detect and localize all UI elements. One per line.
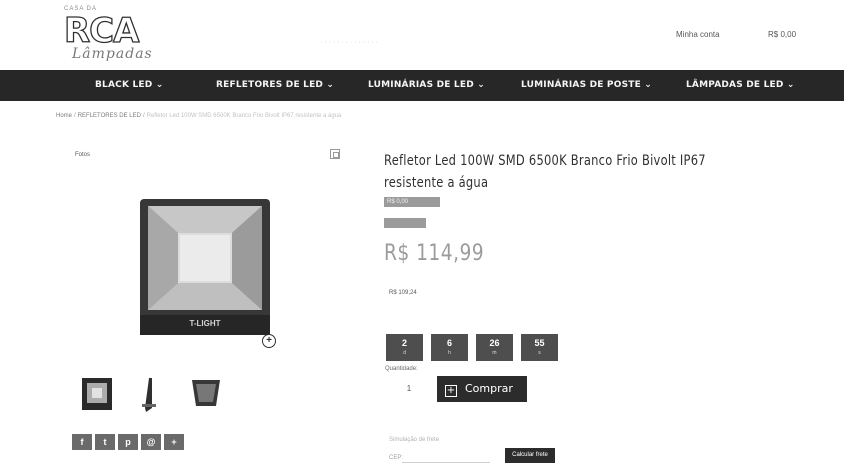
photo-brand-label: T-LIGHT xyxy=(189,319,220,328)
status-badge: R$ 0,00 xyxy=(384,197,440,207)
facebook-icon[interactable]: f xyxy=(72,434,92,450)
product-main-photo[interactable]: T-LIGHT xyxy=(140,199,270,335)
main-nav: BLACK LED ⌄ REFLETORES DE LED ⌄ LUMINÁRI… xyxy=(0,70,844,101)
countdown-minutes: 26 m xyxy=(476,334,513,361)
nav-item-refletores[interactable]: REFLETORES DE LED ⌄ xyxy=(216,70,334,101)
cep-input[interactable] xyxy=(402,451,490,463)
promo-countdown: 2d 6h 26 m 55 s xyxy=(386,334,558,361)
product-price: R$ 114,99 xyxy=(384,241,485,266)
account-link[interactable]: Minha conta xyxy=(676,30,720,39)
email-icon[interactable]: @ xyxy=(141,434,161,450)
store-logo[interactable]: CASA DA RCA Lâmpadas xyxy=(58,6,188,62)
nav-item-luminarias-led[interactable]: LUMINÁRIAS DE LED ⌄ xyxy=(368,70,485,101)
product-thumbnail-2[interactable] xyxy=(140,378,158,412)
pinterest-icon[interactable]: p xyxy=(118,434,138,450)
breadcrumb-current: Refletor Led 100W SMD 6500K Branco Frio … xyxy=(146,113,342,119)
quantity-label: Quantidade: xyxy=(385,366,418,372)
countdown-days: 2d xyxy=(386,334,423,361)
countdown-hours: 6h xyxy=(431,334,468,361)
product-thumbnail-1[interactable] xyxy=(82,378,112,410)
nav-item-luminarias-poste[interactable]: LUMINÁRIAS DE POSTE ⌄ xyxy=(521,70,652,101)
photos-label: Fotos xyxy=(75,152,91,158)
logo-mark: RCA xyxy=(63,11,140,51)
quantity-input[interactable] xyxy=(394,378,424,400)
cart-total[interactable]: R$ 0,00 xyxy=(768,30,796,39)
zoom-in-icon[interactable]: + xyxy=(262,334,276,348)
twitter-icon[interactable]: t xyxy=(95,434,115,450)
nav-item-lampadas-led[interactable]: LÂMPADAS DE LED ⌄ xyxy=(686,70,795,101)
expand-icon[interactable] xyxy=(330,149,340,159)
breadcrumb: Home / REFLETORES DE LED / Refletor Led 100W… xyxy=(56,113,342,119)
product-thumbnail-3[interactable] xyxy=(190,378,222,410)
cep-label: CEP: xyxy=(389,455,404,461)
buy-button-label: Comprar xyxy=(465,382,513,395)
share-buttons: f t p @ + xyxy=(72,434,184,450)
product-title: Refletor Led 100W SMD 6500K Branco Frio … xyxy=(384,153,706,191)
plus-icon: + xyxy=(445,385,457,397)
cash-price-line: R$ 109,24 xyxy=(389,290,417,296)
calculate-shipping-button[interactable]: Calcular frete xyxy=(505,448,555,463)
breadcrumb-category[interactable]: REFLETORES DE LED xyxy=(78,113,141,119)
logo-subtitle: Lâmpadas xyxy=(72,46,153,62)
nav-item-black-led[interactable]: BLACK LED ⌄ xyxy=(95,70,164,101)
buy-button[interactable]: + Comprar xyxy=(437,376,527,402)
discount-badge xyxy=(384,218,426,228)
header-contact-text: · · · · · · · · · · · · · · xyxy=(320,39,378,46)
countdown-seconds: 55 s xyxy=(521,334,558,361)
breadcrumb-home[interactable]: Home xyxy=(56,113,72,119)
shipping-label: Simulação de frete xyxy=(389,437,440,443)
more-share-icon[interactable]: + xyxy=(164,434,184,450)
